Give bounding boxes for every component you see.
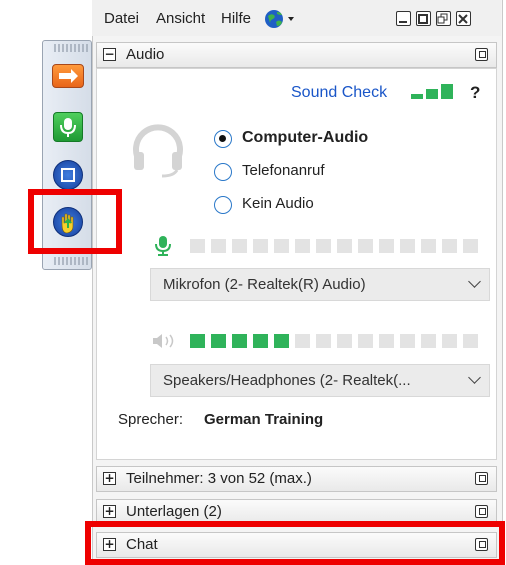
level-segment — [337, 239, 352, 253]
help-icon[interactable]: ? — [470, 83, 480, 103]
chevron-down-icon — [468, 275, 481, 288]
chevron-down-icon — [468, 371, 481, 384]
expand-icon[interactable]: + — [103, 505, 116, 518]
level-segment — [211, 334, 226, 348]
headset-icon — [128, 122, 188, 182]
level-segment — [442, 239, 457, 253]
level-segment — [442, 334, 457, 348]
level-segment — [316, 334, 331, 348]
level-segment — [295, 334, 310, 348]
popout-icon[interactable] — [475, 48, 488, 61]
stop-share-button[interactable] — [53, 160, 83, 190]
participants-count: 3 von 52 (max.) — [207, 470, 312, 487]
microphone-level-meter — [190, 239, 490, 253]
radio-computer-audio[interactable] — [214, 130, 232, 148]
speaker-icon — [152, 333, 180, 353]
restore-button[interactable] — [436, 11, 451, 26]
microphone-dropdown[interactable]: Mikrofon (2- Realtek(R) Audio) — [150, 268, 490, 301]
option-computer-audio-label[interactable]: Computer-Audio — [242, 129, 368, 147]
level-segment — [358, 334, 373, 348]
highlight-chat — [85, 521, 505, 565]
microphone-toggle-button[interactable] — [53, 112, 83, 142]
level-segment — [295, 239, 310, 253]
level-segment — [274, 334, 289, 348]
level-segment — [421, 239, 436, 253]
microphone-icon — [154, 236, 172, 260]
participants-section-header[interactable]: + Teilnehmer: 3 von 52 (max.) — [96, 466, 497, 492]
option-kein-audio-label[interactable]: Kein Audio — [242, 195, 314, 212]
microphone-dropdown-value: Mikrofon (2- Realtek(R) Audio) — [163, 276, 366, 293]
level-segment — [358, 239, 373, 253]
popout-icon[interactable] — [475, 505, 488, 518]
popout-icon[interactable] — [475, 472, 488, 485]
option-telefonanruf-label[interactable]: Telefonanruf — [242, 162, 325, 179]
level-segment — [400, 239, 415, 253]
menu-hilfe[interactable]: Hilfe — [221, 10, 251, 27]
share-arrow-button[interactable] — [52, 64, 84, 88]
menu-ansicht[interactable]: Ansicht — [156, 10, 205, 27]
level-segment — [190, 334, 205, 348]
level-segment — [232, 239, 247, 253]
menu-datei[interactable]: Datei — [104, 10, 139, 27]
speaker-label: Sprecher: — [118, 411, 184, 428]
audio-section-header[interactable]: − Audio — [96, 42, 497, 68]
materials-label: Unterlagen (2) — [126, 503, 222, 520]
level-segment — [421, 334, 436, 348]
level-segment — [253, 239, 268, 253]
level-segment — [211, 239, 226, 253]
participants-label: Teilnehmer: — [126, 470, 204, 487]
globe-icon[interactable] — [264, 9, 296, 33]
level-segment — [316, 239, 331, 253]
toolbar-grip-top[interactable] — [54, 44, 90, 52]
level-segment — [379, 334, 394, 348]
speaker-level-meter — [190, 334, 490, 348]
expand-icon[interactable]: + — [103, 472, 116, 485]
minimize-button[interactable] — [396, 11, 411, 26]
speaker-dropdown[interactable]: Speakers/Headphones (2- Realtek(... — [150, 364, 490, 397]
highlight-raise-hand — [28, 189, 122, 254]
audio-section-title: Audio — [126, 46, 165, 63]
collapse-icon[interactable]: − — [103, 48, 116, 61]
close-button[interactable] — [456, 11, 471, 26]
speaker-dropdown-value: Speakers/Headphones (2- Realtek(... — [163, 372, 411, 389]
maximize-button[interactable] — [416, 11, 431, 26]
toolbar-grip-bottom[interactable] — [54, 257, 90, 265]
level-segment — [463, 334, 478, 348]
level-segment — [190, 239, 205, 253]
level-segment — [253, 334, 268, 348]
level-segment — [379, 239, 394, 253]
level-segment — [232, 334, 247, 348]
radio-kein-audio[interactable] — [214, 196, 232, 214]
radio-telefonanruf[interactable] — [214, 163, 232, 181]
level-segment — [463, 239, 478, 253]
sound-check-link[interactable]: Sound Check — [291, 84, 387, 102]
level-segment — [400, 334, 415, 348]
speaker-name: German Training — [204, 411, 324, 428]
level-segment — [274, 239, 289, 253]
signal-bars-icon — [411, 84, 459, 104]
level-segment — [337, 334, 352, 348]
